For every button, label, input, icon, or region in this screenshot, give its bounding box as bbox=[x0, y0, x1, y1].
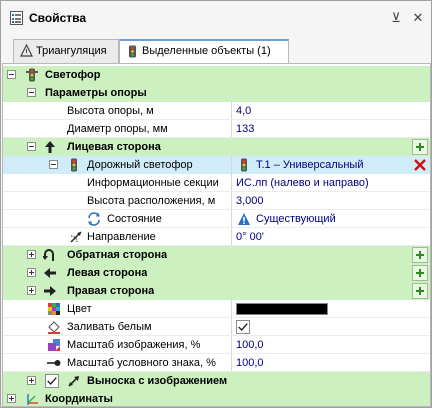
expand-toggle[interactable] bbox=[27, 268, 36, 277]
category-label: Параметры опоры bbox=[45, 87, 147, 99]
traffic-light-icon bbox=[26, 68, 38, 82]
property-label: Информационные секции bbox=[87, 177, 219, 189]
property-label: Высота расположения, м bbox=[87, 195, 216, 207]
add-button[interactable] bbox=[412, 139, 428, 155]
u-turn-arrow-icon bbox=[43, 249, 54, 261]
property-direction[interactable]: Направление 0° 00' bbox=[3, 228, 430, 246]
category-back-side[interactable]: Обратная сторона bbox=[3, 246, 430, 264]
direction-value[interactable]: 0° 00' bbox=[232, 228, 410, 246]
window-title: Свойства bbox=[29, 11, 87, 25]
tab-selected-objects[interactable]: Выделенные объекты (1) bbox=[119, 39, 289, 64]
property-symbol-scale[interactable]: Масштаб условного знака, % 100,0 bbox=[3, 354, 430, 372]
expand-toggle[interactable] bbox=[27, 376, 36, 385]
placement-height-value[interactable]: 3,000 bbox=[232, 192, 410, 210]
property-color[interactable]: Цвет bbox=[3, 300, 430, 318]
collapse-toggle[interactable] bbox=[27, 142, 36, 151]
arrow-left-icon bbox=[44, 268, 56, 278]
tab-triangulation[interactable]: Триангуляция bbox=[13, 39, 119, 63]
property-label: Высота опоры, м bbox=[67, 105, 154, 117]
add-button[interactable] bbox=[412, 247, 428, 263]
close-button[interactable]: ✕ bbox=[409, 9, 427, 27]
symbol-scale-icon bbox=[47, 360, 61, 366]
fill-white-checkbox[interactable] bbox=[236, 320, 250, 334]
category-callout[interactable]: Выноска с изображением bbox=[3, 372, 430, 390]
property-placement-height[interactable]: Высота расположения, м 3,000 bbox=[3, 192, 430, 210]
property-support-diameter[interactable]: Диаметр опоры, мм 133 bbox=[3, 120, 430, 138]
support-diameter-value[interactable]: 133 bbox=[232, 120, 410, 138]
tab-label: Триангуляция bbox=[36, 45, 107, 57]
callout-arrow-icon bbox=[68, 376, 79, 387]
direction-angle-icon bbox=[70, 231, 82, 243]
color-value[interactable] bbox=[232, 300, 410, 318]
category-label: Лицевая сторона bbox=[67, 141, 161, 153]
symbol-scale-value[interactable]: 100,0 bbox=[232, 354, 410, 372]
properties-icon bbox=[10, 11, 23, 25]
expand-toggle[interactable] bbox=[27, 250, 36, 259]
property-state[interactable]: Состояние Существующий bbox=[3, 210, 430, 228]
expand-toggle[interactable] bbox=[27, 286, 36, 295]
category-front-side[interactable]: Лицевая сторона bbox=[3, 138, 430, 156]
category-coordinates[interactable]: Координаты bbox=[3, 390, 430, 406]
tab-strip: Триангуляция Выделенные объекты (1) bbox=[1, 39, 431, 64]
category-label: Координаты bbox=[45, 393, 113, 405]
traffic-light-icon bbox=[241, 158, 247, 172]
add-button[interactable] bbox=[412, 283, 428, 299]
state-value[interactable]: Существующий bbox=[252, 210, 410, 228]
state-refresh-icon bbox=[88, 212, 100, 226]
category-label: Светофор bbox=[45, 69, 101, 81]
delete-icon[interactable] bbox=[412, 157, 428, 173]
properties-panel: Свойства ⊻ ✕ Триангуляция Выделенные объ… bbox=[0, 0, 432, 408]
category-right-side[interactable]: Правая сторона bbox=[3, 282, 430, 300]
road-light-value[interactable]: Т.1 – Универсальный bbox=[252, 156, 410, 174]
property-fill-white[interactable]: Заливать белым bbox=[3, 318, 430, 336]
property-label: Направление bbox=[87, 231, 156, 243]
property-info-sections[interactable]: Информационные секции ИС.лп (налево и на… bbox=[3, 174, 430, 192]
property-label: Состояние bbox=[107, 213, 162, 225]
pin-button[interactable]: ⊻ bbox=[387, 9, 405, 27]
property-road-light[interactable]: Дорожный светофор Т.1 – Универсальный bbox=[3, 156, 430, 174]
collapse-toggle[interactable] bbox=[49, 160, 58, 169]
fill-bucket-icon bbox=[48, 321, 60, 334]
collapse-toggle[interactable] bbox=[27, 88, 36, 97]
callout-checkbox[interactable] bbox=[45, 374, 59, 388]
property-label: Диаметр опоры, мм bbox=[67, 123, 168, 135]
property-label: Масштаб изображения, % bbox=[67, 339, 201, 351]
property-label: Цвет bbox=[67, 303, 92, 315]
collapse-toggle[interactable] bbox=[7, 70, 16, 79]
tab-label: Выделенные объекты (1) bbox=[142, 45, 271, 57]
image-scale-value[interactable]: 100,0 bbox=[232, 336, 410, 354]
category-label: Выноска с изображением bbox=[87, 375, 228, 387]
property-label: Заливать белым bbox=[67, 321, 152, 333]
category-label: Правая сторона bbox=[67, 285, 155, 297]
image-scale-icon bbox=[48, 339, 60, 351]
title-bar: Свойства ⊻ ✕ bbox=[1, 1, 431, 35]
arrow-right-icon bbox=[44, 286, 56, 296]
category-label: Левая сторона bbox=[67, 267, 148, 279]
status-icon bbox=[238, 213, 250, 225]
arrow-up-icon bbox=[45, 141, 55, 153]
category-support-params[interactable]: Параметры опоры bbox=[3, 84, 430, 102]
traffic-light-icon bbox=[71, 158, 77, 172]
expand-toggle[interactable] bbox=[7, 394, 16, 403]
property-label: Масштаб условного знака, % bbox=[67, 357, 216, 369]
property-grid: Светофор Параметры опоры Высота опоры, м… bbox=[2, 63, 431, 407]
category-left-side[interactable]: Левая сторона bbox=[3, 264, 430, 282]
property-label: Дорожный светофор bbox=[87, 159, 193, 171]
column-divider bbox=[231, 156, 232, 174]
traffic-light-icon bbox=[129, 45, 136, 58]
property-support-height[interactable]: Высота опоры, м 4,0 bbox=[3, 102, 430, 120]
coordinates-axes-icon bbox=[27, 394, 38, 405]
color-swatch[interactable] bbox=[236, 303, 328, 315]
category-label: Обратная сторона bbox=[67, 249, 168, 261]
info-sections-value[interactable]: ИС.лп (налево и направо) bbox=[232, 174, 410, 192]
add-button[interactable] bbox=[412, 265, 428, 281]
palette-icon bbox=[48, 303, 60, 315]
column-divider bbox=[231, 318, 232, 336]
support-height-value[interactable]: 4,0 bbox=[232, 102, 410, 120]
property-image-scale[interactable]: Масштаб изображения, % 100,0 bbox=[3, 336, 430, 354]
category-traffic-light[interactable]: Светофор bbox=[3, 66, 430, 84]
triangle-icon bbox=[20, 44, 33, 57]
column-divider bbox=[231, 210, 232, 228]
